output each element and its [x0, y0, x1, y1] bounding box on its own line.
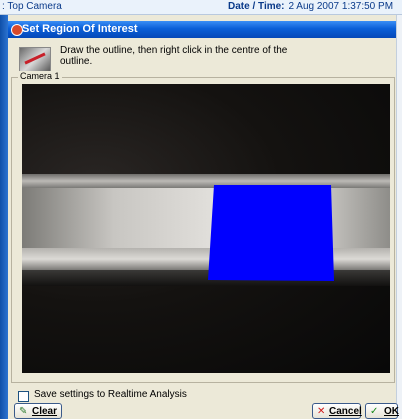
x-icon: ✕: [317, 406, 326, 417]
right-window-edge: [396, 15, 402, 419]
instruction-text: Draw the outline, then right click in th…: [60, 45, 288, 67]
save-settings-checkbox[interactable]: [18, 391, 29, 402]
top-status-bar: : Top Camera Date / Time: 2 Aug 2007 1:37…: [0, 0, 402, 15]
ok-button[interactable]: ✓ OK: [365, 403, 399, 419]
roi-overlay: [208, 185, 334, 281]
camera-name: : Top Camera: [2, 1, 62, 12]
datetime-label: Date / Time:: [228, 1, 285, 12]
roi-tool-icon-stroke: [24, 52, 46, 65]
camera-view[interactable]: [22, 84, 390, 373]
check-icon: ✓: [370, 406, 379, 417]
pencil-icon: ✎: [19, 406, 28, 417]
set-roi-dialog: Set Region Of Interest Draw the outline,…: [8, 15, 399, 419]
left-window-edge: [0, 15, 8, 419]
datetime-display: Date / Time: 2 Aug 2007 1:37:50 PM: [228, 0, 393, 14]
roi-tool-icon: [19, 47, 51, 73]
dialog-title: Set Region Of Interest: [22, 23, 138, 35]
clear-button[interactable]: ✎ Clear: [14, 403, 62, 419]
clear-button-label: Clear: [32, 406, 58, 417]
camera-group-label: Camera 1: [18, 71, 62, 81]
cancel-button[interactable]: ✕ Cancel: [312, 403, 362, 419]
save-settings-label[interactable]: Save settings to Realtime Analysis: [34, 389, 187, 400]
cancel-button-label: Cancel: [329, 406, 362, 417]
region-of-interest[interactable]: [208, 185, 334, 281]
dialog-title-bar[interactable]: Set Region Of Interest: [8, 21, 396, 38]
datetime-value: 2 Aug 2007 1:37:50 PM: [288, 1, 394, 12]
ok-button-label: OK: [384, 406, 399, 417]
